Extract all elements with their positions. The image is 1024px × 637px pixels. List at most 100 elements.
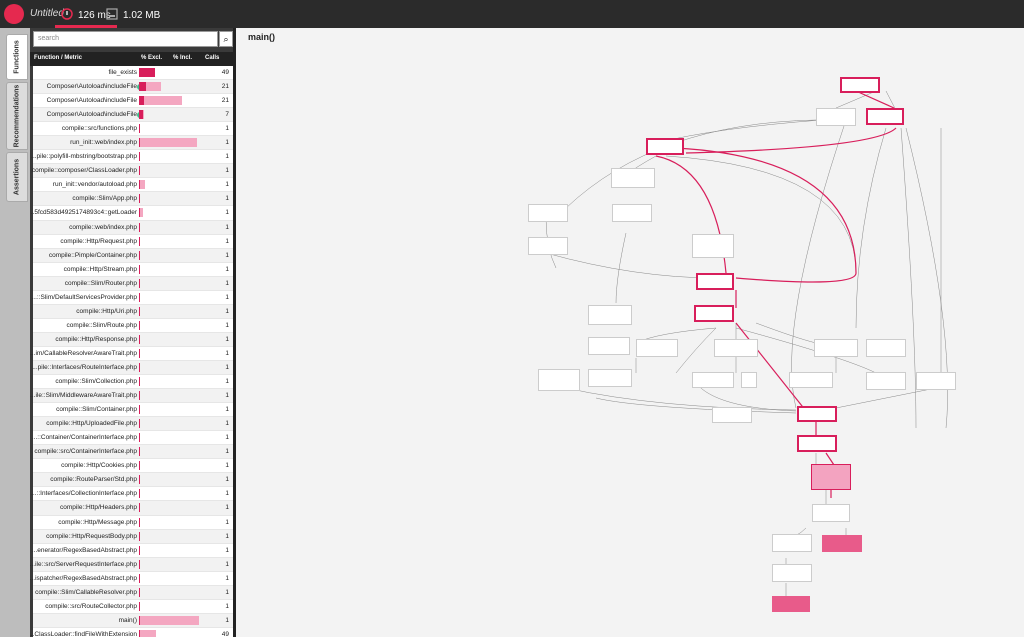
search-input[interactable]: search (33, 31, 218, 47)
excl-bar (139, 517, 141, 527)
table-row[interactable]: compile::composer/ClassLoader.php 1 (32, 164, 233, 179)
table-row[interactable]: compile::Http/Headers.php 1 (33, 501, 233, 516)
table-row[interactable]: compile::Http/Stream.php 1 (33, 262, 233, 277)
table-row[interactable]: compile::Slim/Route.php 1 (33, 318, 233, 333)
table-row[interactable]: compile::Http/Message.php 1 (33, 515, 233, 530)
table-row[interactable]: compile::Pimple/Container.php 1 (33, 248, 233, 263)
graph-node[interactable] (528, 237, 568, 255)
table-row[interactable]: compile::Slim/App.php 1 (33, 192, 233, 207)
calls-count: 1 (225, 588, 229, 596)
graph-node[interactable] (538, 369, 580, 391)
function-name: ...ClassLoader::findFileWithExtension (30, 630, 137, 637)
table-row[interactable]: ...enerator/RegexBasedAbstract.php 1 (32, 543, 233, 558)
table-row[interactable]: compile::Http/Uri.php 1 (33, 304, 233, 319)
table-row[interactable]: ...::Interfaces/CollectionInterface.php 1 (31, 487, 233, 502)
calls-count: 1 (225, 504, 229, 512)
graph-node[interactable] (692, 372, 734, 388)
graph-node[interactable] (611, 168, 655, 188)
tab-assertions[interactable]: Assertions (6, 152, 28, 202)
table-row[interactable]: main() 1 (33, 613, 233, 628)
table-row[interactable]: ...ile::src/ServerRequestInterface.php 1 (30, 557, 233, 572)
calls-count: 1 (225, 560, 229, 568)
graph-node[interactable] (866, 372, 906, 390)
excl-bar (139, 124, 141, 134)
graph-node[interactable] (694, 305, 734, 322)
table-row[interactable]: compile::Slim/Router.php 1 (33, 276, 233, 291)
call-graph[interactable]: main() (236, 28, 1024, 637)
function-name: file_exists (108, 69, 137, 76)
table-row[interactable]: compile::src/ContainerInterface.php 1 (33, 445, 233, 460)
table-row[interactable]: Composer\Autoload\includeFile121 (33, 80, 233, 95)
graph-node[interactable] (772, 596, 810, 612)
graph-node[interactable] (612, 204, 652, 222)
table-row[interactable]: compile::src/functions.php 1 (33, 122, 233, 137)
table-row[interactable]: compile::Slim/Collection.php 1 (33, 375, 233, 390)
table-row[interactable]: compile::web/index.php 1 (33, 220, 233, 235)
function-name: compile::Slim/Container.php (56, 406, 137, 414)
table-row[interactable]: compile::src/RouteCollector.php 1 (33, 599, 233, 614)
tab-functions[interactable]: Functions (6, 34, 28, 80)
graph-node[interactable] (692, 234, 734, 258)
graph-node[interactable] (646, 138, 684, 155)
table-row[interactable]: compile::Http/RequestBody.php 1 (33, 529, 233, 544)
table-row[interactable]: ...ClassLoader::findFileWithExtension 49 (30, 627, 233, 637)
graph-node[interactable] (712, 407, 752, 423)
col-excl[interactable]: % Excl. (141, 55, 162, 61)
graph-node[interactable] (588, 369, 632, 387)
graph-node[interactable] (866, 339, 906, 357)
table-row[interactable]: ...pile::Interfaces/RouteInterface.php 1 (32, 360, 233, 376)
table-row[interactable]: ...im/CallableResolverAwareTrait.php 1 (30, 346, 233, 361)
graph-node[interactable] (822, 535, 862, 552)
excl-bar (139, 573, 141, 583)
search-icon[interactable]: ⌕ (219, 31, 233, 47)
table-row[interactable]: compile::Http/Request.php 1 (33, 234, 233, 249)
table-row[interactable]: compile::RouteParser/Std.php 1 (33, 473, 233, 488)
tab-recommendations[interactable]: Recommendations (6, 82, 28, 150)
graph-node[interactable] (714, 339, 758, 357)
table-row[interactable]: ...pile::polyfill-mbstring/bootstrap.php… (31, 150, 233, 165)
table-row[interactable]: Composer\Autoload\includeFile 21 (33, 94, 233, 109)
table-row[interactable]: compile::Http/Cookies.php 1 (33, 459, 233, 474)
col-calls[interactable]: Calls (205, 55, 219, 61)
table-row[interactable]: compile::Http/UploadedFile.php 1 (33, 417, 233, 432)
table-row[interactable]: ...ispatcher/RegexBasedAbstract.php 1 (30, 571, 233, 586)
graph-node[interactable] (636, 339, 678, 357)
graph-node[interactable] (814, 339, 858, 357)
table-row[interactable]: run_init::vendor/autoload.php 1 (33, 178, 233, 193)
graph-node[interactable] (789, 372, 833, 388)
table-row[interactable]: ...::Slim/DefaultServicesProvider.php 1 (32, 290, 233, 305)
table-row[interactable]: ...::Container/ContainerInterface.php 1 (32, 431, 233, 446)
table-row[interactable]: file_exists 49 (33, 66, 233, 81)
graph-node[interactable] (588, 305, 632, 325)
graph-node[interactable] (811, 464, 851, 490)
graph-node[interactable] (797, 406, 837, 422)
graph-node-main[interactable] (840, 77, 880, 93)
tab-memory[interactable]: 1.02 MB (100, 0, 166, 28)
table-row[interactable]: compile::Slim/CallableResolver.php 1 (33, 585, 233, 600)
excl-bar (139, 278, 141, 288)
graph-node[interactable] (866, 108, 904, 125)
table-row[interactable]: compile::Slim/Container.php 1 (33, 403, 233, 418)
flame-logo-icon[interactable] (4, 4, 24, 24)
graph-node[interactable] (588, 337, 630, 355)
table-row[interactable]: ..5fcd583d4925174893c4::getLoader 1 (31, 206, 233, 221)
calls-count: 1 (225, 602, 229, 610)
graph-node[interactable] (528, 204, 568, 222)
graph-node[interactable] (772, 564, 812, 582)
calls-count: 1 (225, 195, 229, 203)
table-row[interactable]: ...ile::Slim/MiddlewareAwareTrait.php 1 (30, 389, 233, 404)
graph-node[interactable] (797, 435, 837, 452)
graph-node[interactable] (696, 273, 734, 290)
graph-node[interactable] (916, 372, 956, 390)
graph-node[interactable] (816, 108, 856, 126)
excl-bar (139, 250, 141, 260)
graph-node[interactable] (741, 372, 757, 388)
table-row[interactable]: Composer\Autoload\includeFile27 (33, 108, 233, 123)
col-function[interactable]: Function / Metric (34, 55, 82, 61)
incl-bar (139, 615, 199, 625)
table-row[interactable]: compile::Http/Response.php 1 (33, 332, 233, 347)
col-incl[interactable]: % Incl. (173, 55, 192, 61)
graph-node[interactable] (812, 504, 850, 522)
graph-node[interactable] (772, 534, 812, 552)
table-row[interactable]: run_init::web/index.php 1 (33, 136, 233, 151)
